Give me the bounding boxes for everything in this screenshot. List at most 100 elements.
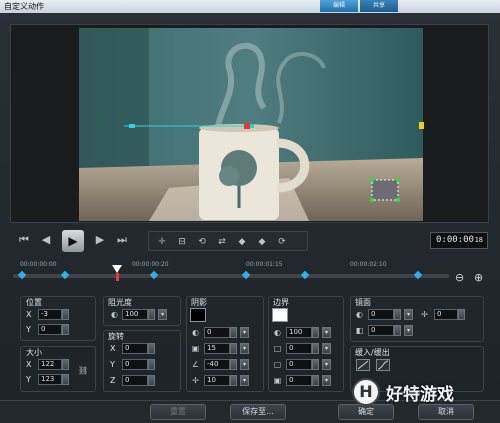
border-opacity-input[interactable]: 100 [286,327,312,338]
opacity-icon: ◐ [111,310,118,319]
shadow-blur-input[interactable]: 15 [204,343,230,354]
link-aspect-icon[interactable]: ⛓ [78,366,88,375]
mirror-distance-input[interactable]: 0 [368,325,394,336]
mirror-opacity-dropdown[interactable]: ▾ [404,309,413,320]
preview-image [79,28,423,221]
shadow-distance-dropdown[interactable]: ▾ [240,375,249,386]
border-softness-input[interactable]: 0 [286,375,312,386]
border-width-icon: □ [273,344,282,353]
ruler-label: 00:00:00:00 [20,261,57,268]
position-x-label: X [26,310,32,319]
play-button[interactable]: ▶ [62,230,84,252]
position-y-label: Y [26,325,31,334]
shadow-angle-icon: ∠ [191,360,200,369]
zoom-in-icon[interactable]: ⊕ [474,271,483,284]
mirror-opacity-spinner[interactable] [394,309,401,320]
rotation-z-input[interactable]: 0 [122,375,148,386]
border-width-spinner[interactable] [312,343,319,354]
shadow-angle-spinner[interactable] [230,359,237,370]
dialog-window: 自定义动作 编辑 共享 ⏮ ◀ ▶ ▶ ⏭ ✚ ⊟ ⟲ ⇄ ◆ ◆ ⟳ 0:00… [0,0,500,423]
preview-viewer [10,24,489,223]
opacity-input[interactable]: 100 [122,309,148,320]
fade-in-icon [357,360,369,370]
add-keyframe-icon[interactable]: ✚ [155,235,169,249]
fade-in-button[interactable] [356,359,370,371]
reset-button[interactable]: 重置 [150,404,206,420]
size-y-input[interactable]: 123 [38,374,62,385]
border-radius-icon: ▢ [273,360,282,369]
tab-share[interactable]: 共享 [360,0,398,12]
playhead[interactable] [112,265,122,273]
rotation-y-input[interactable]: 0 [122,359,148,370]
shadow-opacity-input[interactable]: 0 [204,327,230,338]
border-opacity-spinner[interactable] [312,327,319,338]
rotation-y-spinner[interactable] [148,359,155,370]
opacity-dropdown[interactable]: ▾ [158,309,167,320]
mirror-opacity-input[interactable]: 0 [368,309,394,320]
border-opacity-dropdown[interactable]: ▾ [322,327,331,338]
position-y-input[interactable]: 0 [38,324,62,335]
zoom-out-icon[interactable]: ⊖ [455,271,464,284]
rotation-x-input[interactable]: 0 [122,343,148,354]
shadow-blur-spinner[interactable] [230,343,237,354]
position-x-input[interactable]: -3 [38,309,62,320]
position-y-spinner[interactable] [62,324,69,335]
transport-bar: ⏮ ◀ ▶ ▶ ⏭ ✚ ⊟ ⟲ ⇄ ◆ ◆ ⟳ 0:00:00 18 [10,228,489,254]
next-frame-icon[interactable]: ▶ [92,232,108,248]
border-radius-input[interactable]: 0 [286,359,312,370]
rotation-z-spinner[interactable] [148,375,155,386]
border-color-swatch[interactable] [272,308,288,322]
reverse-icon[interactable]: ⟲ [195,235,209,249]
fade-out-button[interactable] [376,359,390,371]
size-y-spinner[interactable] [62,374,69,385]
border-width-input[interactable]: 0 [286,343,312,354]
timecode-display[interactable]: 0:00:00 18 [430,232,488,249]
save-to-button[interactable]: 保存至... [230,404,286,420]
ruler-label: 00:00:00:20 [132,261,169,268]
shadow-angle-input[interactable]: -40 [204,359,230,370]
mirror-opacity-icon: ◐ [356,310,363,319]
size-y-label: Y [26,375,31,384]
size-x-spinner[interactable] [62,359,69,370]
swap-keyframes-icon[interactable]: ⇄ [215,235,229,249]
opacity-spinner[interactable] [148,309,155,320]
shadow-opacity-dropdown[interactable]: ▾ [240,327,249,338]
border-softness-spinner[interactable] [312,375,319,386]
shadow-blur-dropdown[interactable]: ▾ [240,343,249,354]
border-softness-dropdown[interactable]: ▾ [322,375,331,386]
border-opacity-icon: ◐ [274,328,281,337]
mirror-distance-dropdown[interactable]: ▾ [404,325,413,336]
remove-keyframe-icon[interactable]: ⊟ [175,235,189,249]
shadow-blur-icon: ▣ [191,344,200,353]
mirror-offset-spinner[interactable] [458,309,465,320]
timeline-track[interactable] [13,274,449,278]
shadow-color-swatch[interactable] [190,308,206,322]
shadow-angle-dropdown[interactable]: ▾ [240,359,249,370]
move-left-icon[interactable]: ◆ [235,235,249,249]
timecode-frame: 18 [474,236,483,244]
shadow-opacity-icon: ◐ [192,328,199,337]
shadow-distance-spinner[interactable] [230,375,237,386]
rotation-x-spinner[interactable] [148,343,155,354]
timecode-value: 0:00:00 [436,235,474,245]
border-width-dropdown[interactable]: ▾ [322,343,331,354]
skip-to-end-icon[interactable]: ⏭ [114,232,130,248]
position-x-spinner[interactable] [62,309,69,320]
border-radius-dropdown[interactable]: ▾ [322,359,331,370]
rotation-x-label: X [110,344,116,353]
redo-icon[interactable]: ⟳ [275,235,289,249]
mirror-distance-spinner[interactable] [394,325,401,336]
skip-to-start-icon[interactable]: ⏮ [16,232,32,248]
rotation-y-label: Y [110,360,115,369]
rotation-z-label: Z [110,376,116,385]
shadow-opacity-spinner[interactable] [230,327,237,338]
shadow-distance-input[interactable]: 10 [204,375,230,386]
tab-edit[interactable]: 编辑 [320,0,358,12]
border-radius-spinner[interactable] [312,359,319,370]
size-x-input[interactable]: 122 [38,359,62,370]
move-right-icon[interactable]: ◆ [255,235,269,249]
rotation-title: 旋转 [108,332,124,341]
timeline-ruler[interactable]: 00:00:00:00 00:00:00:20 00:00:01:15 00:0… [10,258,450,290]
mirror-offset-input[interactable]: 0 [434,309,458,320]
previous-frame-icon[interactable]: ◀ [38,232,54,248]
